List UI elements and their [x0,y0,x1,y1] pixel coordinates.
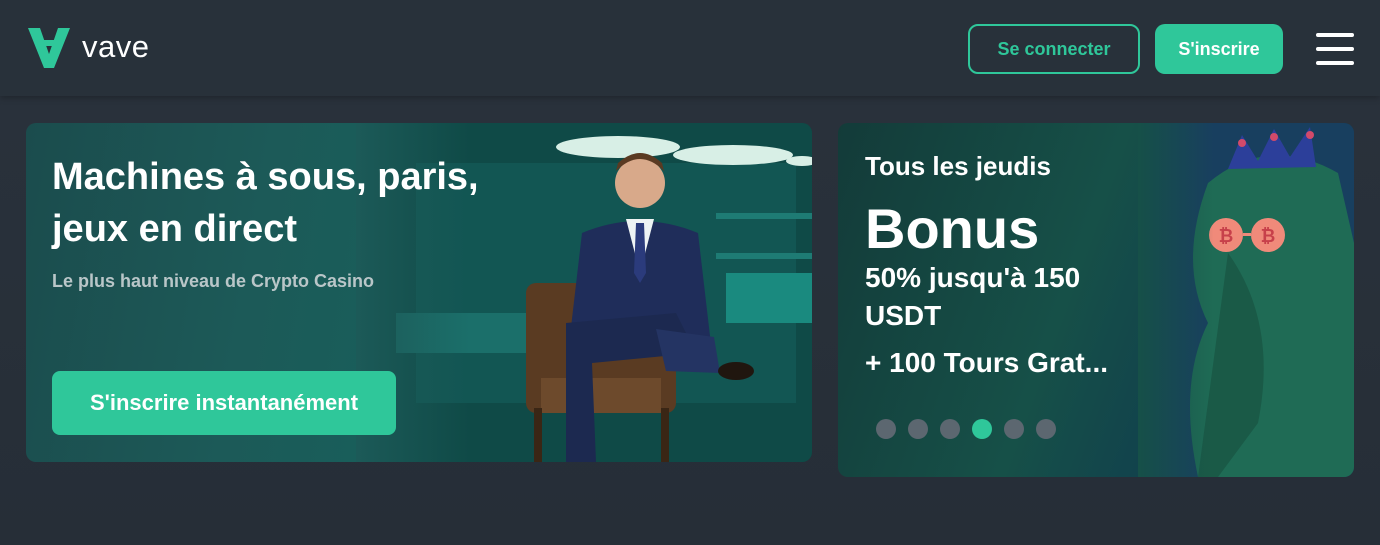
hamburger-menu-icon[interactable] [1316,33,1354,65]
signup-instant-button[interactable]: S'inscrire instantanément [52,371,396,435]
hero-banner[interactable]: Machines à sous, paris, jeux en direct L… [26,123,812,462]
promo-title: Bonus [865,197,1040,260]
menu-line [1316,47,1354,51]
hero-title: Machines à sous, paris, jeux en direct [52,156,479,250]
carousel-dot-3[interactable] [940,419,960,439]
menu-line [1316,61,1354,65]
carousel-dot-1[interactable] [876,419,896,439]
promo-carousel-card[interactable]: ₿ ₿ Tous les jeudis Bonus 50% jusqu'à 15… [838,123,1354,477]
login-button[interactable]: Se connecter [968,24,1140,74]
promo-extra: + 100 Tours Grat... [865,347,1109,378]
menu-line [1316,33,1354,37]
carousel-dots [876,419,1056,439]
carousel-dot-5[interactable] [1004,419,1024,439]
brand-logo[interactable]: vave [26,24,149,70]
promo-image-statue-with-crown: ₿ ₿ [1138,123,1354,477]
signup-button[interactable]: S'inscrire [1155,24,1283,74]
promo-detail: 50% jusqu'à 150 USDT [865,262,1081,331]
vave-logo-icon [28,28,70,68]
carousel-dot-2[interactable] [908,419,928,439]
site-header: vave Se connecter S'inscrire [0,0,1380,96]
brand-name: vave [82,29,150,64]
carousel-dot-4[interactable] [972,419,992,439]
hero-subtitle: Le plus haut niveau de Crypto Casino [52,271,375,291]
promo-kicker: Tous les jeudis [865,151,1051,181]
carousel-dot-6[interactable] [1036,419,1056,439]
